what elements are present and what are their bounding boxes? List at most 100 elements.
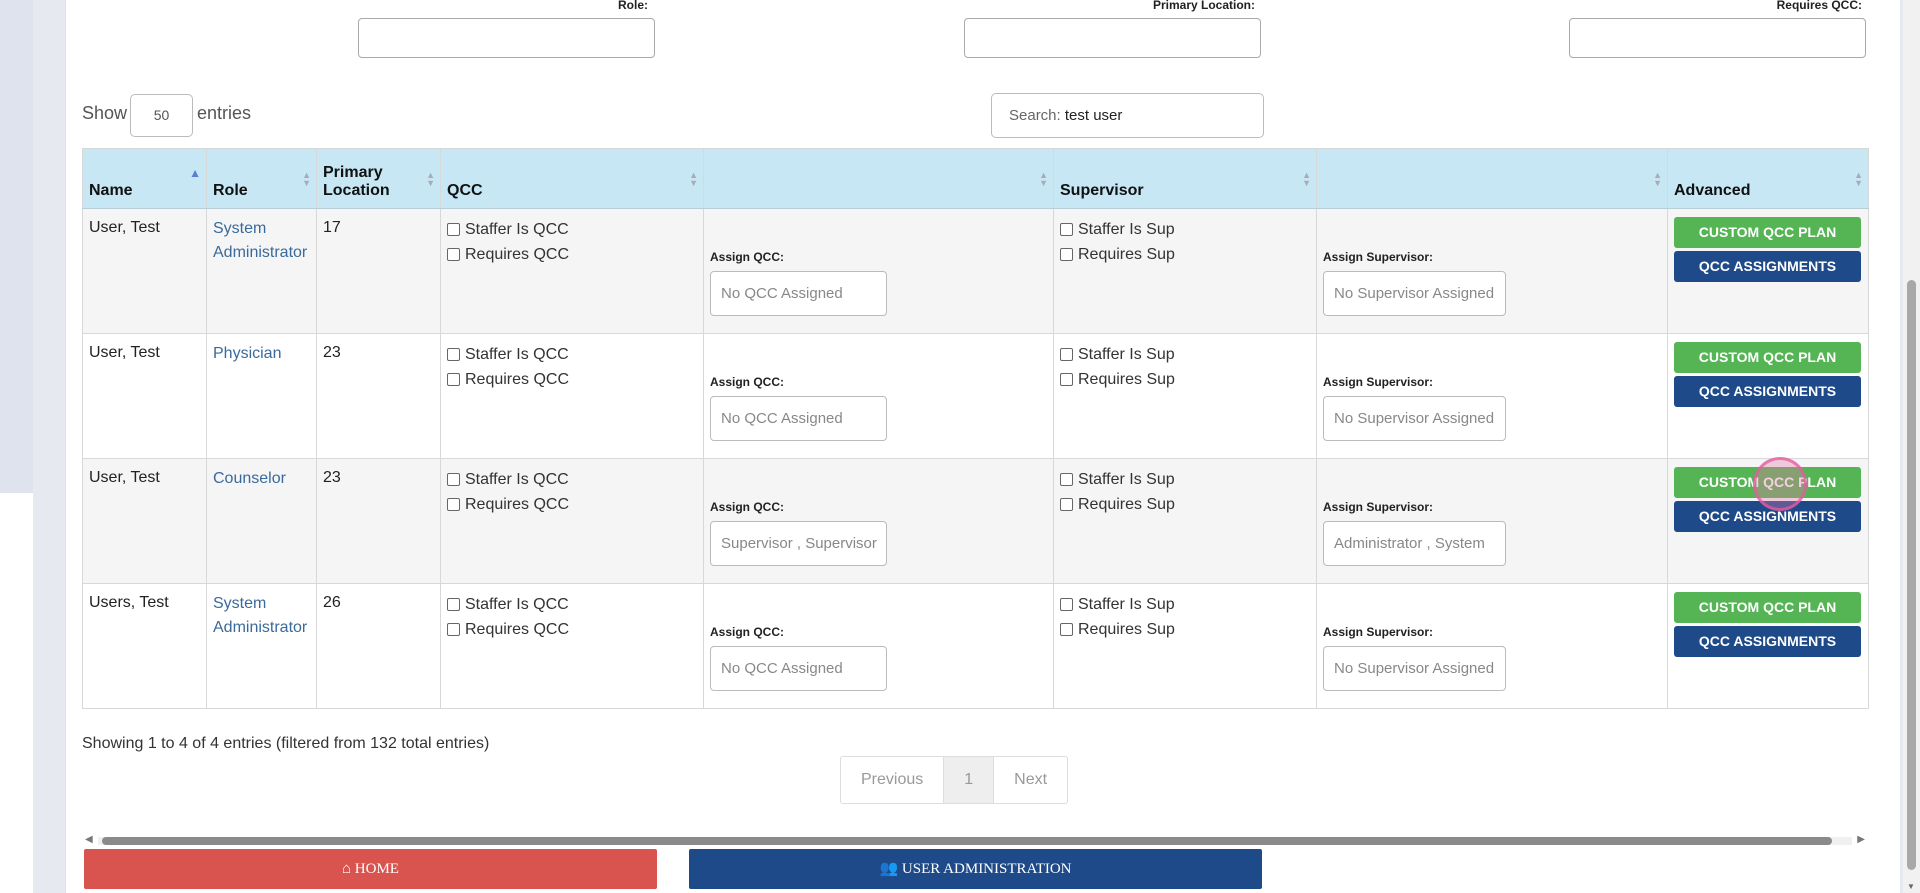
user-administration-button[interactable]: 👥 USER ADMINISTRATION xyxy=(689,849,1262,889)
column-header-primary-location[interactable]: Primary Location ▲ ▼ xyxy=(316,148,441,209)
staffer-is-qcc-checkbox[interactable] xyxy=(447,598,460,611)
assign-supervisor-label: Assign Supervisor: xyxy=(1323,375,1434,389)
primary-location-filter-label: Primary Location: xyxy=(1152,0,1255,12)
location-cell: 17 xyxy=(316,208,441,334)
staffer-is-qcc-checkbox[interactable] xyxy=(447,348,460,361)
home-button[interactable]: ⌂ HOME xyxy=(84,849,657,889)
requires-sup-checkbox[interactable] xyxy=(1060,623,1073,636)
search-value: test user xyxy=(1064,107,1123,124)
requires-sup-checkbox[interactable] xyxy=(1060,498,1073,511)
staffer-is-qcc-label: Staffer Is QCC xyxy=(465,220,569,238)
staffer-is-sup-label: Staffer Is Sup xyxy=(1078,595,1175,613)
role-filter-input[interactable] xyxy=(358,18,655,58)
requires-sup-label: Requires Sup xyxy=(1078,245,1175,263)
search-input[interactable]: Search: test user xyxy=(991,93,1264,138)
scroll-thumb[interactable] xyxy=(102,837,1832,845)
next-page-button[interactable]: Next xyxy=(994,757,1067,803)
staffer-is-sup-checkbox[interactable] xyxy=(1060,348,1073,361)
name-cell: User, Test xyxy=(82,208,207,334)
previous-page-button[interactable]: Previous xyxy=(841,757,945,803)
click-indicator xyxy=(1753,457,1807,511)
assign-supervisor-label: Assign Supervisor: xyxy=(1323,625,1434,639)
assign-qcc-select[interactable]: Supervisor , Supervisor xyxy=(710,521,887,566)
table-header-row: Name ▲ Role ▲ ▼ Primary Location ▲ ▼ QCC ▲ ▼ ▲ ▼… xyxy=(82,148,1869,209)
assign-qcc-select[interactable]: No QCC Assigned xyxy=(710,271,887,316)
role-link[interactable]: System Administrator xyxy=(213,592,310,640)
role-link[interactable]: System Administrator xyxy=(213,217,310,265)
staffer-is-sup-label: Staffer Is Sup xyxy=(1078,345,1175,363)
scroll-left-icon[interactable]: ◀ xyxy=(85,834,93,845)
assign-supervisor-select[interactable]: No Supervisor Assigned xyxy=(1323,396,1506,441)
staffer-is-qcc-checkbox[interactable] xyxy=(447,473,460,486)
sort-icon: ▲ ▼ xyxy=(1039,170,1048,188)
staffer-is-sup-checkbox[interactable] xyxy=(1060,598,1073,611)
requires-qcc-checkbox[interactable] xyxy=(447,373,460,386)
assign-qcc-label: Assign QCC: xyxy=(710,500,785,514)
home-icon: ⌂ xyxy=(342,861,352,877)
horizontal-scrollbar[interactable]: ◀ ▶ xyxy=(82,833,1868,847)
assign-supervisor-select[interactable]: Administrator , System xyxy=(1323,521,1506,566)
requires-qcc-checkbox[interactable] xyxy=(447,623,460,636)
role-filter-label: Role: xyxy=(618,0,648,12)
sort-icon: ▲ ▼ xyxy=(1302,170,1311,188)
sort-icon: ▲ ▼ xyxy=(1854,170,1863,188)
name-cell: Users, Test xyxy=(82,583,207,709)
page-1-button[interactable]: 1 xyxy=(944,757,995,803)
vertical-scroll-thumb[interactable] xyxy=(1907,280,1916,870)
column-header-assign-qcc[interactable]: ▲ ▼ xyxy=(703,148,1054,209)
assign-supervisor-select[interactable]: No Supervisor Assigned xyxy=(1323,271,1506,316)
staffer-is-qcc-label: Staffer Is QCC xyxy=(465,470,569,488)
name-cell: User, Test xyxy=(82,458,207,584)
qcc-assignments-button[interactable]: QCC ASSIGNMENTS xyxy=(1674,626,1861,657)
requires-qcc-checkbox[interactable] xyxy=(447,498,460,511)
assign-qcc-select[interactable]: No QCC Assigned xyxy=(710,646,887,691)
staffer-is-qcc-checkbox[interactable] xyxy=(447,223,460,236)
entries-label: entries xyxy=(197,103,252,123)
assign-supervisor-label: Assign Supervisor: xyxy=(1323,500,1434,514)
vertical-scrollbar[interactable]: ▼ xyxy=(1903,0,1920,893)
column-header-qcc[interactable]: QCC ▲ ▼ xyxy=(440,148,704,209)
scroll-down-icon[interactable]: ▼ xyxy=(1907,882,1915,891)
requires-sup-checkbox[interactable] xyxy=(1060,248,1073,261)
column-header-supervisor[interactable]: Supervisor ▲ ▼ xyxy=(1053,148,1317,209)
column-header-name[interactable]: Name ▲ xyxy=(82,148,207,209)
custom-qcc-plan-button[interactable]: CUSTOM QCC PLAN xyxy=(1674,217,1861,248)
qcc-assignments-button[interactable]: QCC ASSIGNMENTS xyxy=(1674,376,1861,407)
requires-qcc-label: Requires QCC xyxy=(465,495,570,513)
home-button-label: HOME xyxy=(354,861,399,877)
requires-qcc-filter-input[interactable] xyxy=(1569,18,1866,58)
users-table: Name ▲ Role ▲ ▼ Primary Location ▲ ▼ QCC ▲ ▼ ▲ ▼… xyxy=(82,148,1869,709)
column-header-assign-supervisor[interactable]: ▲ ▼ xyxy=(1316,148,1668,209)
staffer-is-qcc-label: Staffer Is QCC xyxy=(465,595,569,613)
show-label: Show xyxy=(82,103,128,123)
staffer-is-sup-checkbox[interactable] xyxy=(1060,473,1073,486)
staffer-is-sup-checkbox[interactable] xyxy=(1060,223,1073,236)
sort-ascending-icon: ▲ xyxy=(189,166,201,180)
name-cell: User, Test xyxy=(82,333,207,459)
scroll-right-icon[interactable]: ▶ xyxy=(1857,834,1865,845)
column-header-advanced[interactable]: Advanced ▲ ▼ xyxy=(1667,148,1869,209)
staffer-is-qcc-label: Staffer Is QCC xyxy=(465,345,569,363)
primary-location-filter-input[interactable] xyxy=(964,18,1261,58)
qcc-assignments-button[interactable]: QCC ASSIGNMENTS xyxy=(1674,251,1861,282)
custom-qcc-plan-button[interactable]: CUSTOM QCC PLAN xyxy=(1674,342,1861,373)
assign-supervisor-select[interactable]: No Supervisor Assigned xyxy=(1323,646,1506,691)
sort-icon: ▲ ▼ xyxy=(426,170,435,188)
role-link[interactable]: Counselor xyxy=(213,467,310,491)
custom-qcc-plan-button[interactable]: CUSTOM QCC PLAN xyxy=(1674,592,1861,623)
pagination: Previous 1 Next xyxy=(840,756,1069,804)
requires-qcc-label: Requires QCC xyxy=(465,370,570,388)
role-link[interactable]: Physician xyxy=(213,342,310,366)
requires-sup-checkbox[interactable] xyxy=(1060,373,1073,386)
location-cell: 26 xyxy=(316,583,441,709)
column-header-role[interactable]: Role ▲ ▼ xyxy=(206,148,317,209)
requires-qcc-label: Requires QCC xyxy=(465,620,570,638)
table-row: User, Test Counselor 23 Staffer Is QCC R… xyxy=(82,458,1869,584)
user-administration-label: USER ADMINISTRATION xyxy=(901,861,1072,877)
sort-icon: ▲ ▼ xyxy=(1653,170,1662,188)
entries-per-page-select[interactable]: 50 xyxy=(130,94,193,137)
assign-qcc-select[interactable]: No QCC Assigned xyxy=(710,396,887,441)
search-label: Search: xyxy=(1009,107,1061,124)
table-row: User, Test Physician 23 Staffer Is QCC R… xyxy=(82,333,1869,459)
requires-qcc-checkbox[interactable] xyxy=(447,248,460,261)
